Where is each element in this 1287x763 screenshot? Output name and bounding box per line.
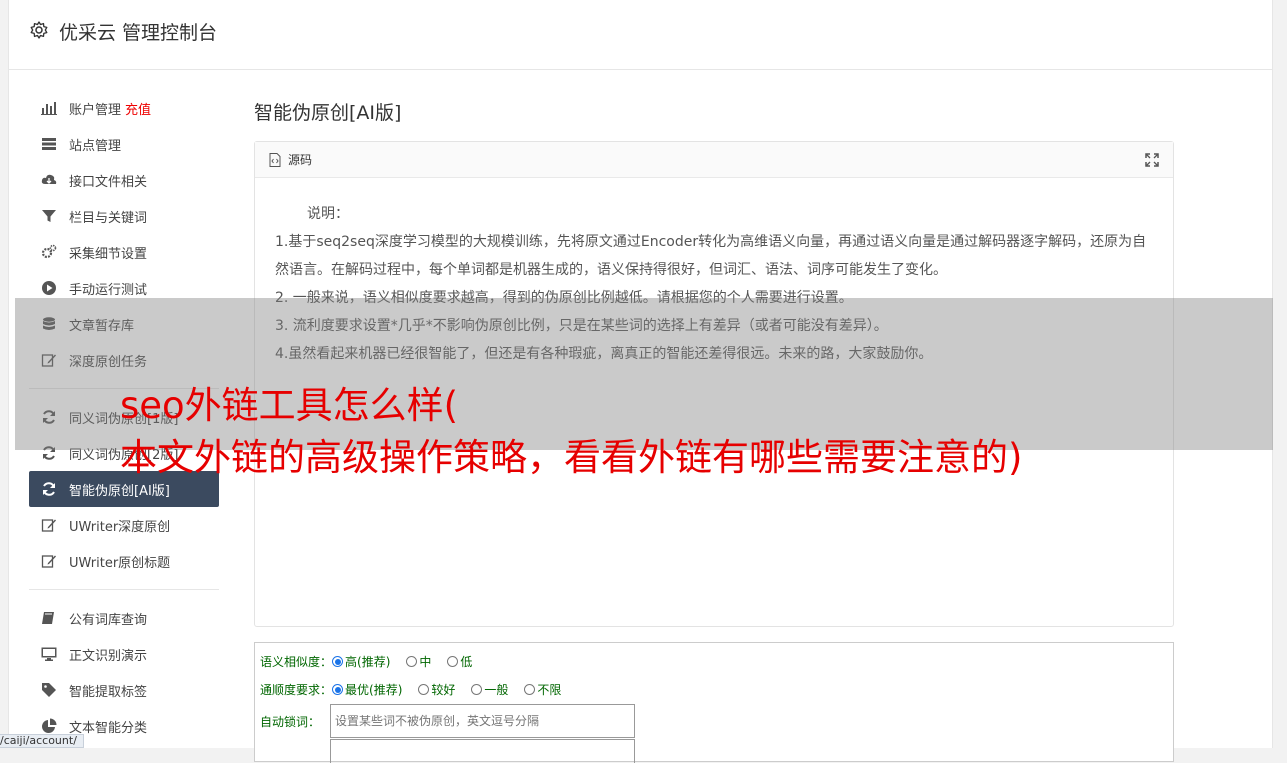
sidebar-item-sites[interactable]: 站点管理 — [29, 126, 219, 162]
section-title: 智能伪原创[AI版] — [254, 102, 402, 124]
fluency-option-normal[interactable]: 一般 — [471, 681, 508, 698]
similarity-label: 语义相似度： — [260, 655, 333, 669]
fluency-row: 通顺度要求： 最优(推荐) 较好 一般 不限 — [260, 681, 577, 698]
fluency-option-best[interactable]: 最优(推荐) — [332, 681, 402, 698]
filter-icon — [42, 210, 56, 222]
divider — [29, 589, 219, 590]
sidebar-item-label: 公有词库查询 — [69, 612, 148, 628]
sidebar-item-interface[interactable]: 接口文件相关 — [29, 162, 219, 198]
watermark-line-2: 本文外链的高级操作策略，看看外链有哪些需要注意的) — [120, 436, 1023, 479]
radio-selected-icon — [332, 684, 344, 695]
option-label: 较好 — [431, 683, 456, 697]
option-label: 最优(推荐) — [345, 683, 403, 697]
sidebar-item-label: 站点管理 — [69, 138, 122, 154]
sidebar-item-label: 正文识别演示 — [69, 648, 148, 664]
pie-chart-icon — [42, 718, 57, 733]
fluency-label: 通顺度要求： — [260, 683, 333, 697]
note-line-1: 1.基于seq2seq深度学习模型的大规模训练，先将原文通过Encoder转化为… — [275, 234, 1147, 278]
tag-icon — [42, 683, 56, 697]
similarity-option-medium[interactable]: 中 — [406, 653, 431, 670]
sidebar-item-label: 采集细节设置 — [69, 246, 148, 262]
page-title: 优采云 管理控制台 — [59, 22, 218, 44]
option-label: 一般 — [484, 683, 509, 697]
radio-icon — [524, 684, 536, 695]
sidebar-item-label: 手动运行测试 — [69, 282, 148, 298]
panel-title: 源码 — [288, 153, 313, 167]
watermark-line-1: seo外链工具怎么样( — [120, 384, 459, 427]
refresh-icon — [43, 482, 55, 496]
sidebar-item-label: 智能提取标签 — [69, 684, 148, 700]
sidebar-item-label: UWriter原创标题 — [69, 555, 171, 571]
lock-words-input[interactable] — [330, 704, 635, 738]
watermark-text: seo外链工具怎么样( 本文外链的高级操作策略，看看外链有哪些需要注意的) — [120, 380, 1022, 484]
radio-icon — [406, 656, 418, 667]
code-file-icon — [269, 152, 281, 167]
radio-selected-icon — [332, 656, 344, 667]
radio-icon — [471, 684, 483, 695]
main-content: 智能伪原创[AI版] 源码 说明： 1.基于seq2seq深度学习模型的大规模训… — [254, 98, 1174, 763]
book-icon — [42, 612, 54, 624]
bar-chart-icon — [41, 102, 57, 115]
sidebar-item-label: 文本智能分类 — [69, 720, 148, 736]
fluency-option-none[interactable]: 不限 — [524, 681, 561, 698]
sidebar-item-text-recognition[interactable]: 正文识别演示 — [29, 636, 219, 672]
option-label: 低 — [460, 655, 473, 669]
header: 优采云 管理控制台 — [9, 0, 1272, 70]
gear-icon — [30, 21, 48, 39]
cogs-icon — [41, 244, 57, 259]
lock-row: 自动锁词： — [260, 704, 635, 738]
lock-label: 自动锁词： — [260, 714, 321, 729]
sidebar-item-collect-settings[interactable]: 采集细节设置 — [29, 234, 219, 270]
sidebar-item-account[interactable]: 账户管理 充值 — [29, 90, 219, 126]
option-label: 不限 — [537, 683, 562, 697]
sidebar-item-public-dict[interactable]: 公有词库查询 — [29, 600, 219, 636]
expand-icon[interactable] — [1145, 153, 1159, 167]
fluency-option-good[interactable]: 较好 — [418, 681, 455, 698]
desktop-icon — [41, 647, 57, 661]
similarity-row: 语义相似度： 高(推荐) 中 低 — [260, 653, 488, 670]
intro-text: 说明： — [307, 206, 349, 222]
panel-header: 源码 — [255, 142, 1173, 178]
sidebar-item-uwriter-title[interactable]: UWriter原创标题 — [29, 543, 219, 579]
sidebar-item-label: 接口文件相关 — [69, 174, 148, 190]
edit-icon — [41, 519, 56, 532]
sidebar-item-uwriter-deep[interactable]: UWriter深度原创 — [29, 507, 219, 543]
similarity-option-low[interactable]: 低 — [447, 653, 472, 670]
settings-form: 语义相似度： 高(推荐) 中 低 通顺度要求： 最优(推荐) 较好 一般 不限 … — [254, 642, 1174, 763]
sidebar-item-label: 栏目与关键词 — [69, 210, 148, 226]
similarity-option-high[interactable]: 高(推荐) — [332, 653, 390, 670]
cloud-download-icon — [41, 174, 57, 184]
radio-icon — [418, 684, 430, 695]
server-icon — [42, 138, 56, 150]
secondary-input[interactable] — [330, 739, 635, 763]
radio-icon — [447, 656, 459, 667]
sidebar-item-label: 账户管理 — [69, 102, 122, 118]
play-circle-icon — [42, 281, 56, 295]
sidebar-item-label: UWriter深度原创 — [69, 519, 171, 535]
edit-icon — [41, 555, 56, 568]
option-label: 中 — [419, 655, 432, 669]
option-label: 高(推荐) — [345, 655, 391, 669]
recharge-link[interactable]: 充值 — [125, 99, 151, 118]
status-bar-url: /caiji/account/ — [0, 734, 84, 748]
sidebar-item-extract-tags[interactable]: 智能提取标签 — [29, 672, 219, 708]
sidebar-item-columns[interactable]: 栏目与关键词 — [29, 198, 219, 234]
